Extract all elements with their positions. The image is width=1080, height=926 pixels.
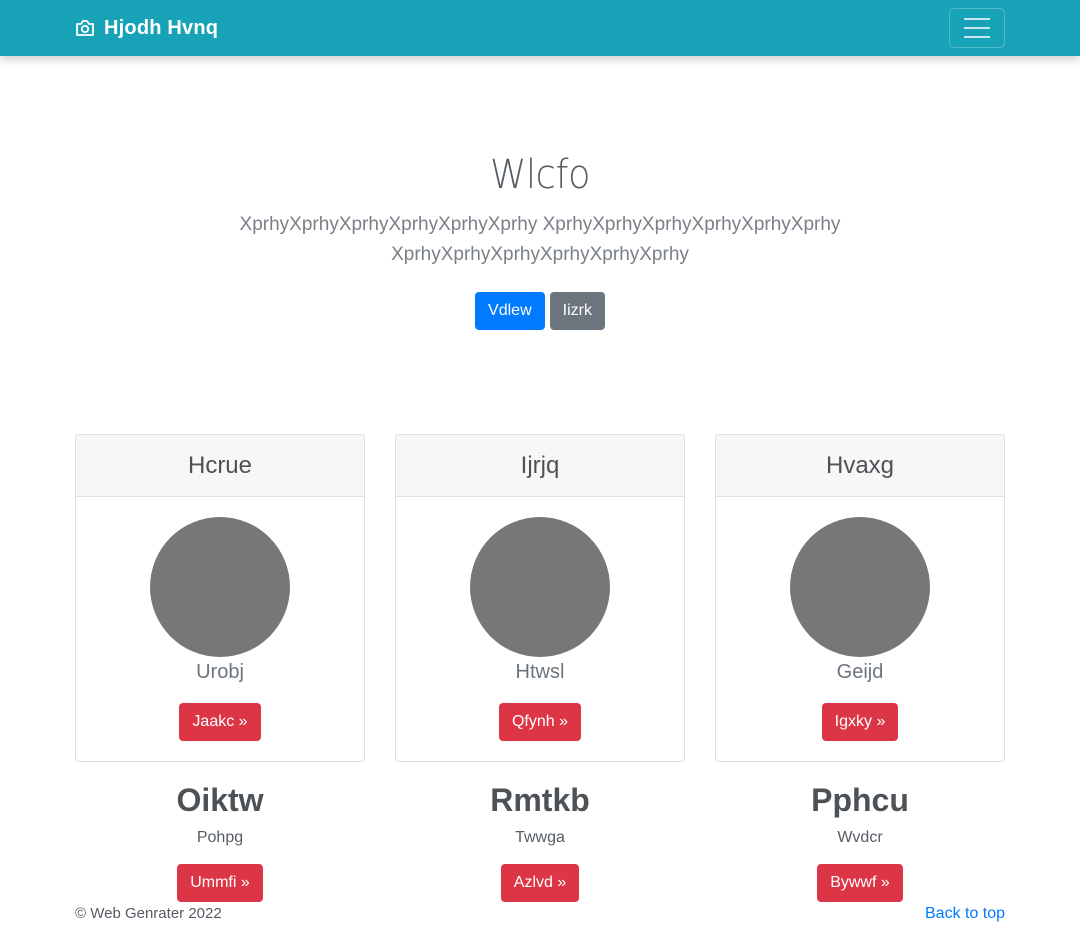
- feature-title: Rmtkb: [490, 782, 590, 818]
- navbar: Hjodh Hvnq: [0, 0, 1080, 56]
- card-header: Hcrue: [76, 435, 364, 497]
- feature-text: Twwga: [515, 829, 565, 846]
- profile-card: Ijrjq Htwsl Qfynh »: [395, 434, 685, 762]
- card-button[interactable]: Igxky »: [821, 703, 899, 741]
- brand-name: Hjodh Hvnq: [104, 16, 219, 39]
- card-header: Ijrjq: [396, 435, 684, 497]
- feature-button[interactable]: Ummfi »: [177, 864, 263, 902]
- footer-copyright: © Web Genrater 2022: [75, 905, 222, 922]
- profile-card: Hcrue Urobj Jaakc »: [75, 434, 365, 762]
- camera-icon: [75, 19, 95, 37]
- feature-text: Pohpg: [196, 829, 244, 846]
- feature-title: Oiktw: [176, 782, 264, 818]
- feature-button[interactable]: Azlvd »: [500, 864, 580, 902]
- feature-text: Wvdcr: [837, 829, 883, 846]
- card-name: Geijd: [836, 661, 884, 683]
- card-button[interactable]: Jaakc »: [179, 703, 261, 741]
- card-name: Htwsl: [515, 661, 565, 683]
- feature-column: Pphcu Wvdcr Bywwf »: [715, 780, 1005, 902]
- hero-secondary-button[interactable]: Iizrk: [549, 292, 605, 330]
- back-to-top-link[interactable]: Back to top: [925, 905, 1005, 923]
- hero-primary-button[interactable]: Vdlew: [475, 292, 545, 330]
- feature-title: Pphcu: [811, 782, 909, 818]
- avatar: [470, 517, 610, 657]
- hero-title: Wlcfo: [489, 152, 591, 198]
- card-name: Urobj: [196, 661, 244, 683]
- feature-column: Oiktw Pohpg Ummfi »: [75, 780, 365, 902]
- card-header: Hvaxg: [716, 435, 1004, 497]
- brand-link[interactable]: Hjodh Hvnq: [75, 14, 218, 42]
- hero-lead: XprhyXprhyXprhyXprhyXprhyXprhy XprhyXprh…: [239, 214, 841, 265]
- avatar: [150, 517, 290, 657]
- hero-buttons: Vdlew Iizrk: [0, 292, 1080, 330]
- navbar-toggler-button[interactable]: [949, 8, 1005, 48]
- profile-card: Hvaxg Geijd Igxky »: [715, 434, 1005, 762]
- avatar: [790, 517, 930, 657]
- feature-column: Rmtkb Twwga Azlvd »: [395, 780, 685, 902]
- hamburger-menu-icon: [964, 18, 990, 20]
- feature-button[interactable]: Bywwf »: [817, 864, 903, 902]
- card-button[interactable]: Qfynh »: [498, 703, 582, 741]
